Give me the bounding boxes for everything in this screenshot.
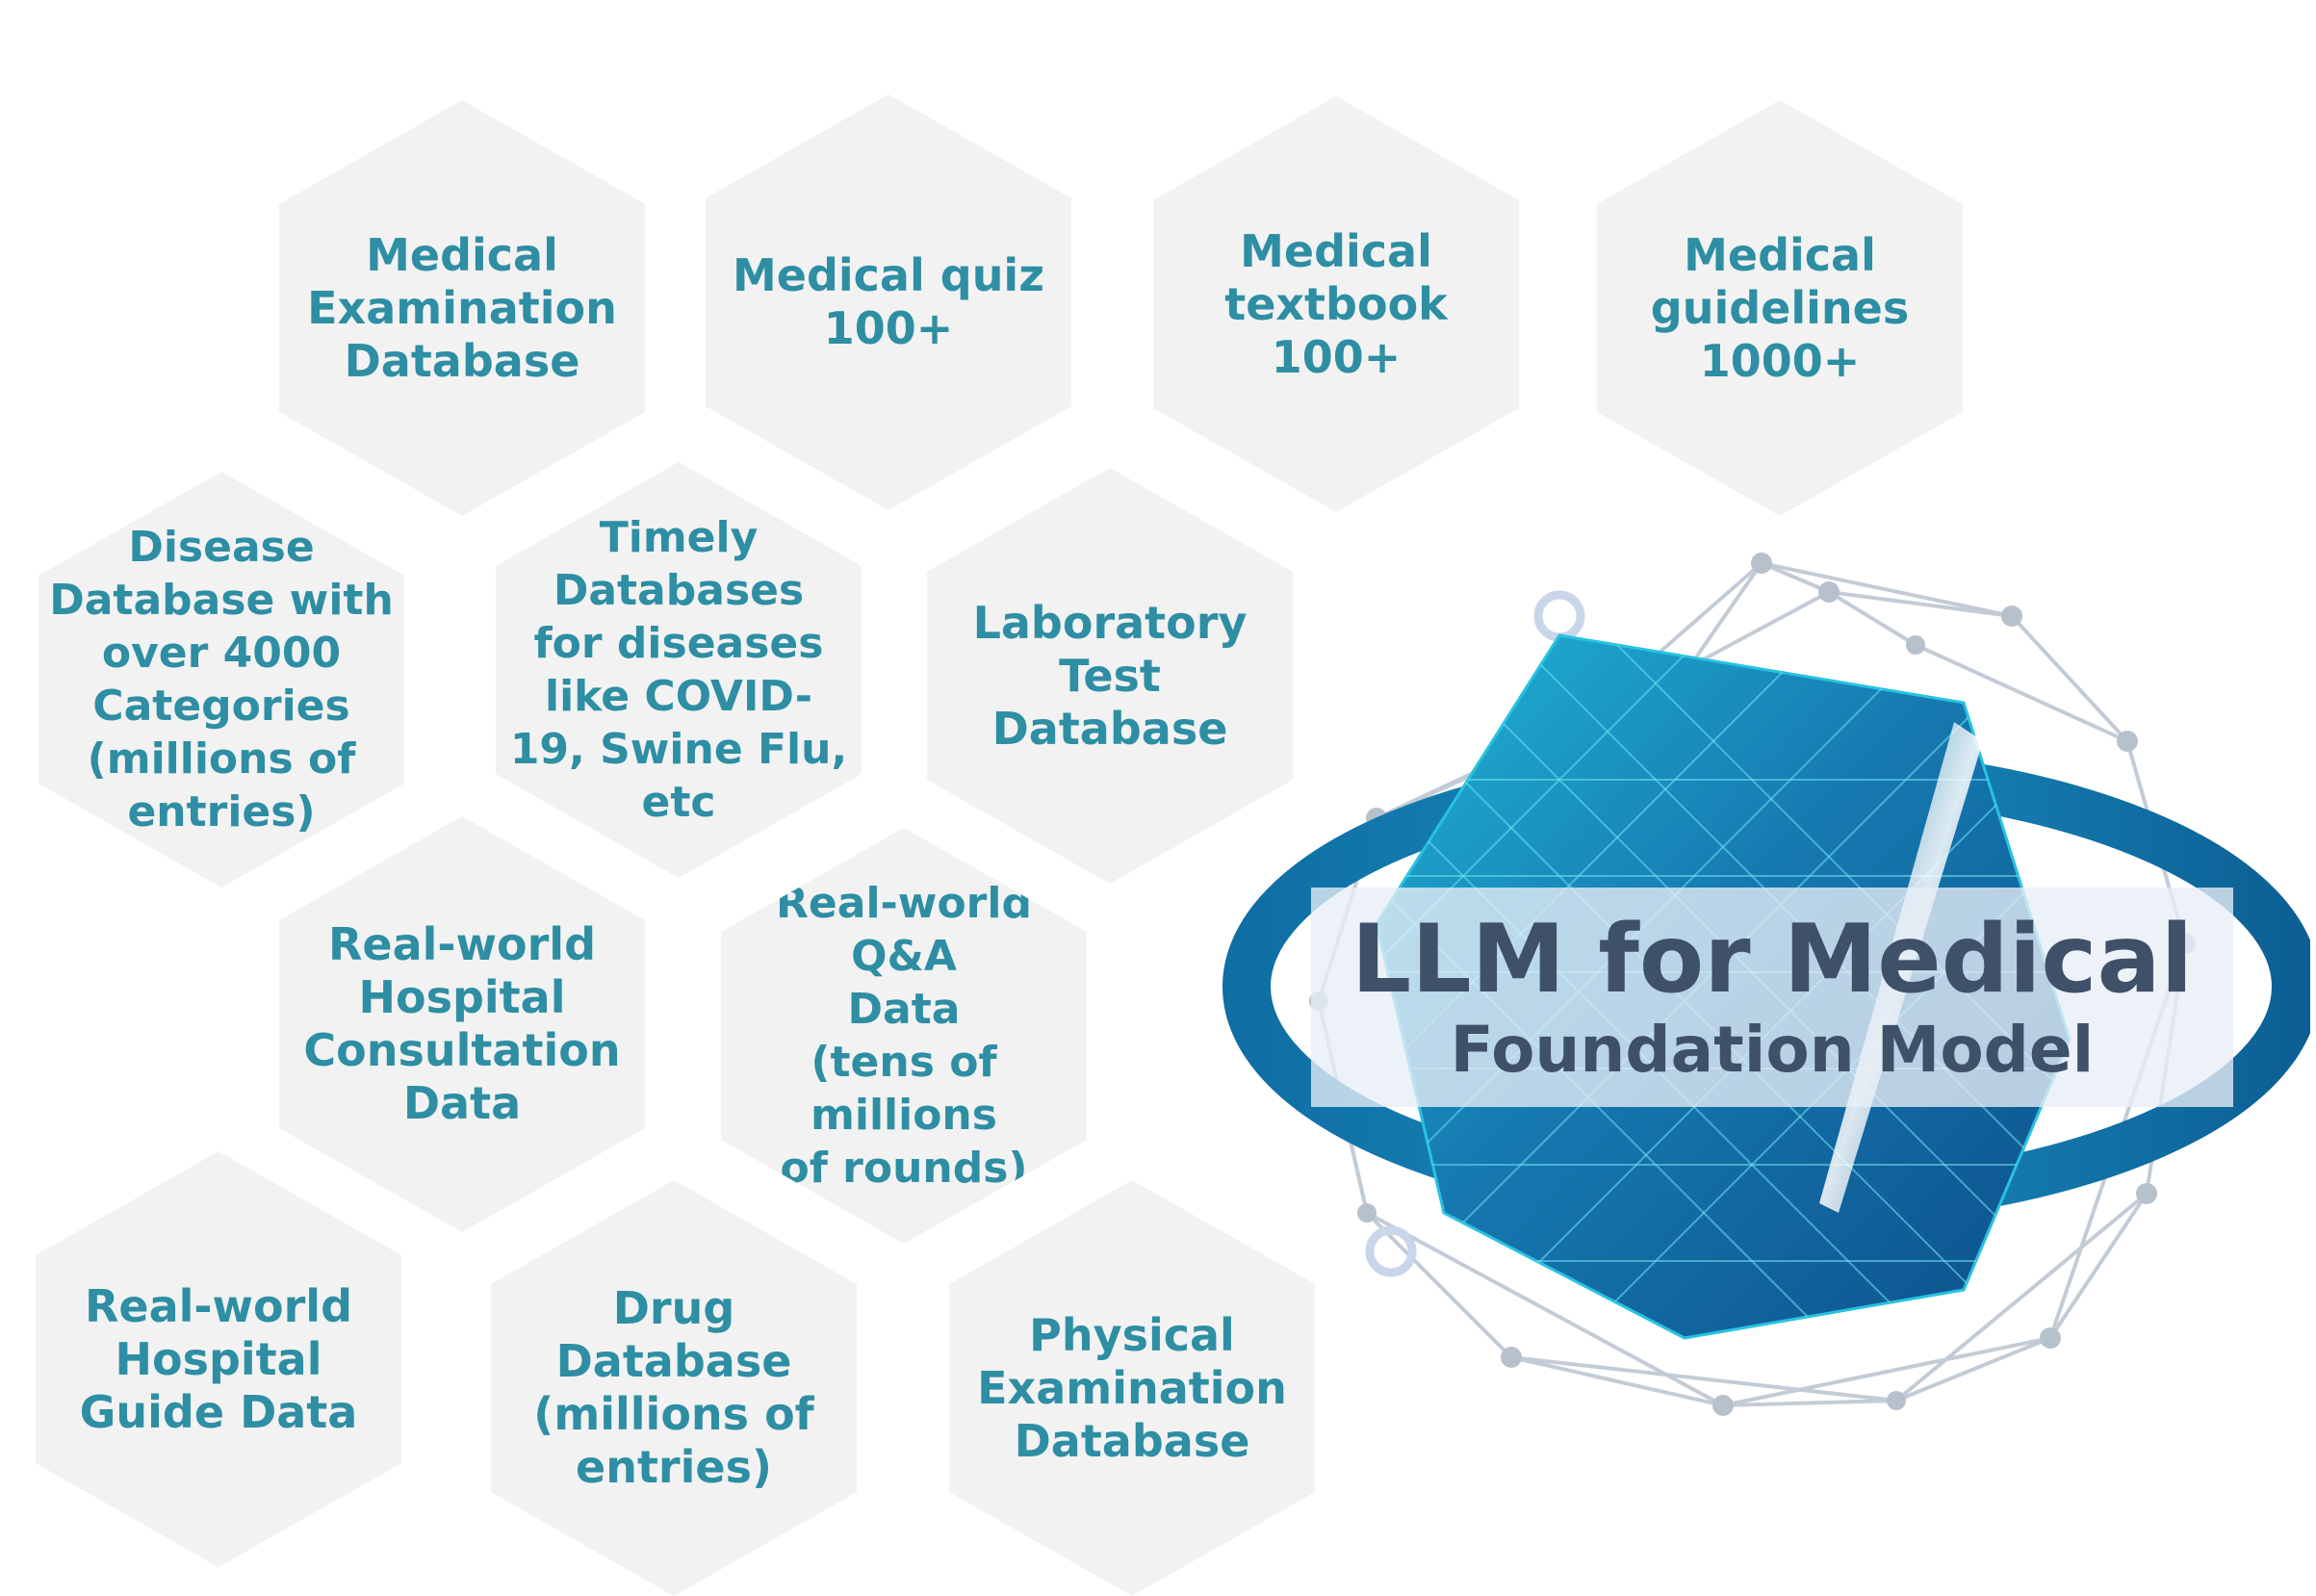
model-title: LLM for Medical	[1351, 905, 2194, 1015]
hexagon-label: Timely Databases for diseases like COVID…	[509, 513, 848, 827]
hexagon-label: Real-world Hospital Guide Data	[79, 1279, 358, 1438]
model-banner: LLM for Medical Foundation Model	[1311, 888, 2233, 1107]
hexagon-label: Disease Database with over 4000 Categori…	[49, 523, 394, 837]
hexagon-medical-guidelines: Medical guidelines 1000+	[1597, 100, 1963, 516]
hexagon-label: Real-world Hospital Consultation Data	[303, 918, 621, 1129]
hexagon-drug-database: Drug Database (millions of entries)	[491, 1180, 857, 1596]
hexagon-label: Medical textbook 100+	[1224, 224, 1448, 383]
hexagon-label: Drug Database (millions of entries)	[533, 1282, 814, 1493]
hexagon-medical-textbook: Medical textbook 100+	[1153, 96, 1519, 512]
model-subtitle: Foundation Model	[1450, 1013, 2095, 1087]
hexagon-label: Real-world Q&A Data (tens of millions of…	[776, 879, 1032, 1193]
hexagon-label: Medical quiz 100+	[733, 249, 1044, 354]
hexagon-label: Medical Examination Database	[307, 228, 617, 387]
hexagon-hospital-guide-data: Real-world Hospital Guide Data	[36, 1151, 401, 1567]
ring-node	[1533, 590, 1585, 642]
hexagon-disease-database: Disease Database with over 4000 Categori…	[39, 472, 404, 888]
hexagon-medical-quiz: Medical quiz 100+	[706, 94, 1071, 510]
hexagon-timely-databases: Timely Databases for diseases like COVID…	[496, 462, 862, 878]
hexagon-real-world-qa-data: Real-world Q&A Data (tens of millions of…	[721, 828, 1087, 1244]
hexagon-medical-examination-database: Medical Examination Database	[279, 100, 645, 516]
hexagon-hospital-consultation-data: Real-world Hospital Consultation Data	[279, 816, 645, 1232]
hexagon-label: Medical guidelines 1000+	[1650, 228, 1910, 387]
